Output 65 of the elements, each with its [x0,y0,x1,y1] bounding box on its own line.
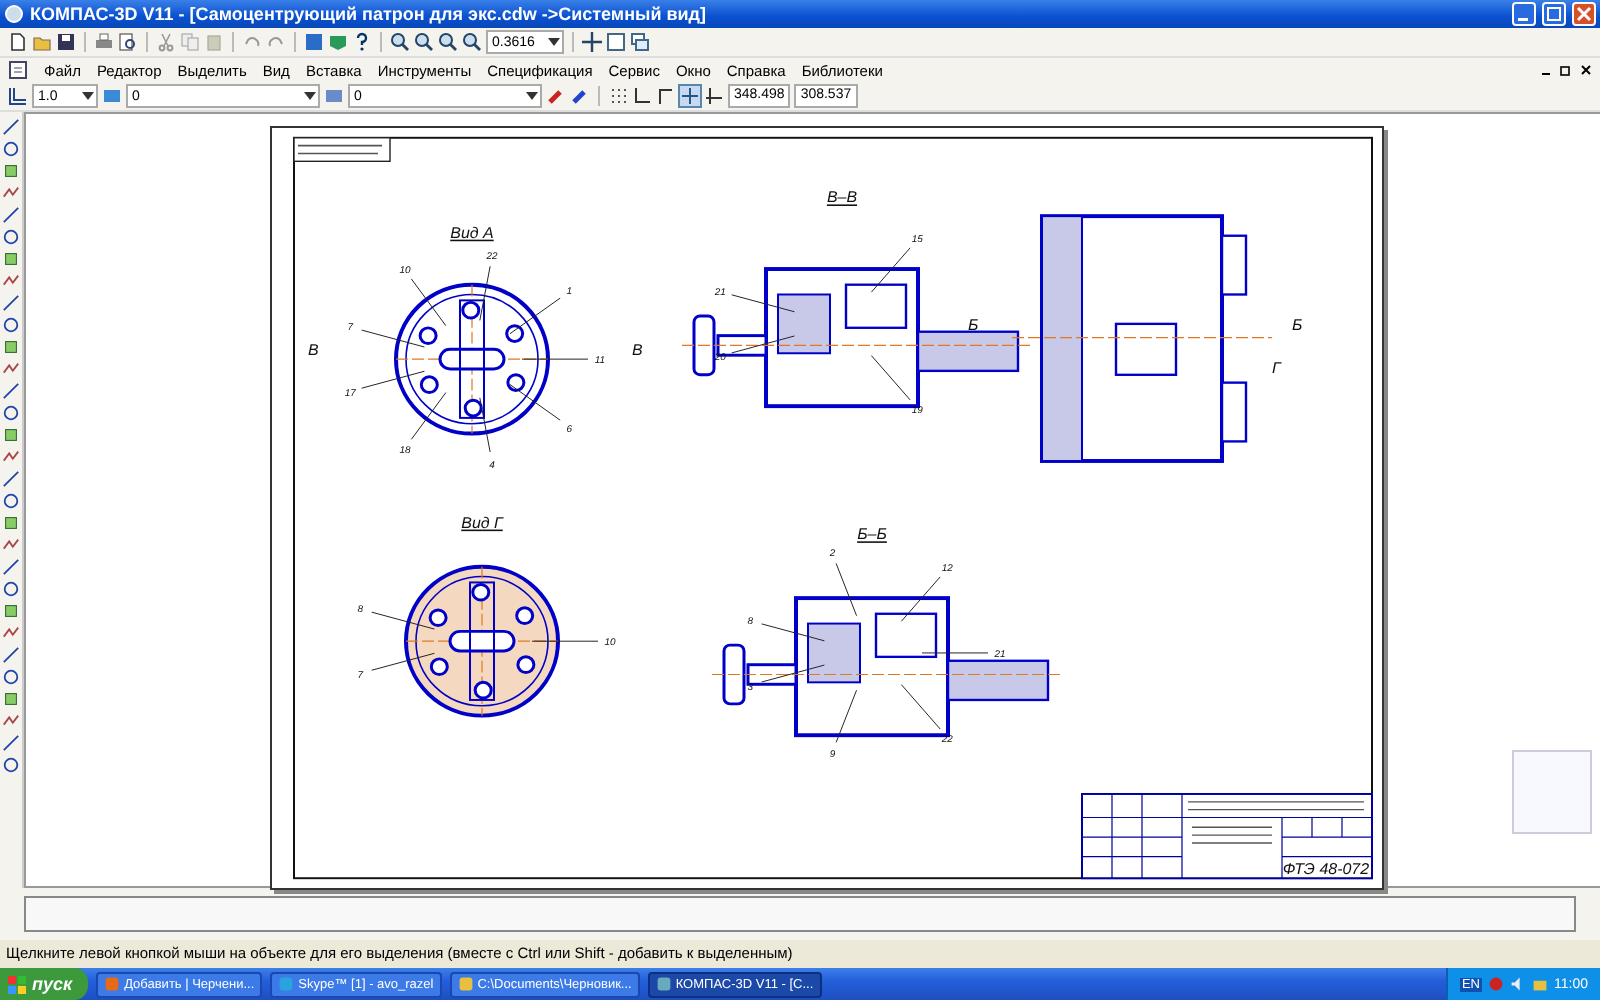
windows-icon[interactable] [630,32,650,52]
restore-icon[interactable] [1560,64,1572,76]
pan-icon[interactable] [582,32,602,52]
leader-line [731,335,795,354]
preview-panel [1512,750,1592,834]
document-icon[interactable] [8,60,28,80]
leader-line [900,684,941,730]
maximize-icon [1546,6,1562,22]
grid-icon[interactable] [608,86,628,106]
speaker-icon[interactable] [1510,976,1526,992]
zoom-window-icon[interactable] [462,32,482,52]
leader-line [731,294,795,313]
undo-icon[interactable] [242,32,262,52]
ortho-icon[interactable] [656,86,676,106]
maximize-button[interactable] [1542,2,1566,26]
close-button[interactable] [1572,2,1596,26]
printer-icon[interactable] [94,32,114,52]
windows-logo-icon [8,975,26,993]
leader-line [531,640,599,642]
leader-line [361,370,425,389]
app-icon [104,976,121,992]
leader-line [479,265,491,321]
close-icon[interactable] [1580,64,1592,76]
window-title: КОМПАС-3D V11 - [Самоцентрующий патрон для экс.cdw ->Системный вид] [30,4,707,24]
leader-line [521,358,589,360]
window-icon[interactable] [606,32,626,52]
step-icon[interactable] [8,86,28,106]
stamp-drawing [293,137,391,162]
dropdown-arrow-icon[interactable] [304,92,316,100]
help-icon[interactable] [352,32,372,52]
axes-icon[interactable] [632,86,652,106]
print-preview-icon[interactable] [118,32,138,52]
app-icon [655,976,672,992]
leader-line [761,664,825,683]
leader-line [835,689,858,743]
leader-line [509,297,561,335]
zoom-out-icon[interactable] [438,32,458,52]
leader-line [870,247,911,293]
save-icon[interactable] [56,32,76,52]
leader-line [921,652,989,654]
leader-line [410,392,447,440]
command-field[interactable] [24,896,1576,932]
leader-line [761,623,825,642]
leader-line [900,576,941,622]
snap-icon[interactable] [680,86,700,106]
app-icon [278,976,295,992]
leader-line [371,611,435,630]
leader-line [509,384,561,421]
leader-line [479,397,491,453]
zoom-icon[interactable] [390,32,410,52]
redo-icon[interactable] [266,32,286,52]
app-icon [457,976,474,992]
dropdown-arrow-icon[interactable] [526,92,538,100]
minimize-button[interactable] [1512,2,1536,26]
new-document-icon[interactable] [8,32,28,52]
zoom-in-icon[interactable] [414,32,434,52]
leader-line [835,563,858,617]
leader-line [371,652,435,671]
leader-line [870,355,911,401]
dropdown-arrow-icon[interactable] [82,92,94,100]
close-icon [1576,6,1592,22]
start-button[interactable]: пуск [0,968,89,1000]
app-icon [4,4,24,24]
scissors-icon[interactable] [156,32,176,52]
dropdown-arrow-icon[interactable] [548,38,560,46]
